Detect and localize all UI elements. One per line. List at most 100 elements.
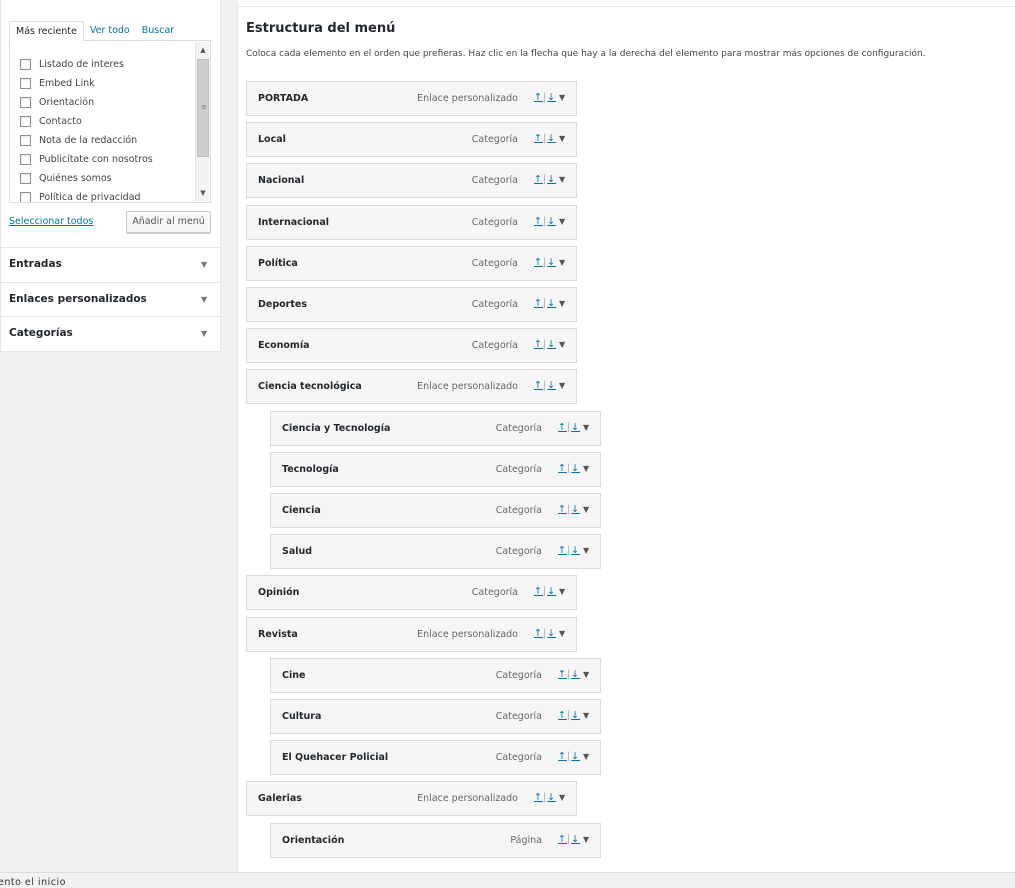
tab-view-all[interactable]: Ver todo	[84, 21, 136, 41]
menu-item[interactable]: Ciencia tecnológica Enlace personalizado ↑…	[246, 369, 577, 404]
move-up-icon[interactable]: ↑	[558, 751, 567, 762]
move-up-icon[interactable]: ↑	[558, 504, 567, 515]
move-down-icon[interactable]: ↓	[571, 422, 580, 433]
move-up-icon[interactable]: ↑	[534, 257, 543, 268]
menu-item[interactable]: Economía Categoría ↑|↓ ▼	[246, 328, 577, 363]
list-item[interactable]: Embed Link	[20, 74, 153, 93]
move-up-icon[interactable]: ↑	[534, 339, 543, 350]
move-up-icon[interactable]: ↑	[534, 216, 543, 227]
move-down-icon[interactable]: ↓	[547, 92, 556, 103]
scroll-down-arrow-icon[interactable]: ▼	[198, 188, 208, 198]
expand-arrow-icon[interactable]: ▼	[559, 299, 565, 308]
move-down-icon[interactable]: ↓	[571, 669, 580, 680]
expand-arrow-icon[interactable]: ▼	[559, 175, 565, 184]
checkbox[interactable]	[20, 154, 31, 165]
move-down-icon[interactable]: ↓	[547, 628, 556, 639]
accordion-custom-links[interactable]: Enlaces personalizados ▼	[1, 282, 220, 317]
menu-item[interactable]: PORTADA Enlace personalizado ↑|↓ ▼	[246, 81, 577, 116]
move-down-icon[interactable]: ↓	[571, 463, 580, 474]
expand-arrow-icon[interactable]: ▼	[583, 835, 589, 844]
move-up-icon[interactable]: ↑	[558, 422, 567, 433]
menu-item[interactable]: Revista Enlace personalizado ↑|↓ ▼	[246, 617, 577, 652]
move-up-icon[interactable]: ↑	[534, 586, 543, 597]
expand-arrow-icon[interactable]: ▼	[583, 505, 589, 514]
move-up-icon[interactable]: ↑	[534, 628, 543, 639]
expand-arrow-icon[interactable]: ▼	[583, 464, 589, 473]
move-up-icon[interactable]: ↑	[534, 792, 543, 803]
move-down-icon[interactable]: ↓	[547, 339, 556, 350]
checkbox[interactable]	[20, 59, 31, 70]
menu-item[interactable]: Galerias Enlace personalizado ↑|↓ ▼	[246, 781, 577, 816]
menu-item[interactable]: Cultura Categoría ↑|↓ ▼	[270, 699, 601, 734]
move-up-icon[interactable]: ↑	[534, 133, 543, 144]
expand-arrow-icon[interactable]: ▼	[583, 711, 589, 720]
checkbox[interactable]	[20, 192, 31, 202]
move-down-icon[interactable]: ↓	[547, 380, 556, 391]
menu-item[interactable]: Deportes Categoría ↑|↓ ▼	[246, 287, 577, 322]
list-item[interactable]: Listado de interes	[20, 55, 153, 74]
menu-item[interactable]: Local Categoría ↑|↓ ▼	[246, 122, 577, 157]
move-up-icon[interactable]: ↑	[558, 710, 567, 721]
expand-arrow-icon[interactable]: ▼	[559, 381, 565, 390]
expand-arrow-icon[interactable]: ▼	[559, 93, 565, 102]
move-down-icon[interactable]: ↓	[571, 710, 580, 721]
add-to-menu-button[interactable]: Añadir al menú	[126, 211, 211, 233]
expand-arrow-icon[interactable]: ▼	[583, 752, 589, 761]
move-down-icon[interactable]: ↓	[571, 834, 580, 845]
expand-arrow-icon[interactable]: ▼	[583, 423, 589, 432]
move-down-icon[interactable]: ↓	[547, 298, 556, 309]
list-item[interactable]: Nota de la redacción	[20, 131, 153, 150]
checkbox[interactable]	[20, 116, 31, 127]
expand-arrow-icon[interactable]: ▼	[559, 134, 565, 143]
menu-item[interactable]: Ciencia y Tecnología Categoría ↑|↓ ▼	[270, 411, 601, 446]
expand-arrow-icon[interactable]: ▼	[559, 587, 565, 596]
menu-item[interactable]: Ciencia Categoría ↑|↓ ▼	[270, 493, 601, 528]
list-item[interactable]: Contacto	[20, 112, 153, 131]
scroll-thumb[interactable]: ≡	[197, 59, 209, 157]
list-item[interactable]: Publicitate con nosotros	[20, 150, 153, 169]
expand-arrow-icon[interactable]: ▼	[583, 546, 589, 555]
select-all-link[interactable]: Seleccionar todos	[9, 216, 93, 227]
move-down-icon[interactable]: ↓	[571, 504, 580, 515]
move-down-icon[interactable]: ↓	[571, 751, 580, 762]
move-down-icon[interactable]: ↓	[547, 216, 556, 227]
expand-arrow-icon[interactable]: ▼	[559, 340, 565, 349]
menu-item[interactable]: Opinión Categoría ↑|↓ ▼	[246, 575, 577, 610]
expand-arrow-icon[interactable]: ▼	[559, 793, 565, 802]
expand-arrow-icon[interactable]: ▼	[559, 258, 565, 267]
checklist-scrollbar[interactable]: ▲ ≡ ▼	[195, 42, 209, 201]
scroll-up-arrow-icon[interactable]: ▲	[198, 45, 208, 55]
move-up-icon[interactable]: ↑	[534, 380, 543, 391]
menu-item[interactable]: El Quehacer Policial Categoría ↑|↓ ▼	[270, 740, 601, 775]
tab-most-recent[interactable]: Más reciente	[9, 21, 84, 41]
checkbox[interactable]	[20, 78, 31, 89]
expand-arrow-icon[interactable]: ▼	[559, 629, 565, 638]
move-up-icon[interactable]: ↑	[534, 174, 543, 185]
move-up-icon[interactable]: ↑	[558, 545, 567, 556]
list-item[interactable]: Orientación	[20, 93, 153, 112]
menu-item[interactable]: Orientación Página ↑|↓ ▼	[270, 823, 601, 858]
checkbox[interactable]	[20, 97, 31, 108]
move-up-icon[interactable]: ↑	[558, 463, 567, 474]
checkbox[interactable]	[20, 173, 31, 184]
menu-item[interactable]: Tecnología Categoría ↑|↓ ▼	[270, 452, 601, 487]
move-up-icon[interactable]: ↑	[534, 92, 543, 103]
menu-item[interactable]: Cine Categoría ↑|↓ ▼	[270, 658, 601, 693]
move-down-icon[interactable]: ↓	[547, 257, 556, 268]
move-down-icon[interactable]: ↓	[547, 586, 556, 597]
move-down-icon[interactable]: ↓	[547, 133, 556, 144]
accordion-categories[interactable]: Categorías ▼	[1, 316, 220, 351]
list-item[interactable]: Quiénes somos	[20, 169, 153, 188]
menu-item[interactable]: Internacional Categoría ↑|↓ ▼	[246, 205, 577, 240]
move-down-icon[interactable]: ↓	[547, 792, 556, 803]
move-up-icon[interactable]: ↑	[534, 298, 543, 309]
checkbox[interactable]	[20, 135, 31, 146]
expand-arrow-icon[interactable]: ▼	[559, 217, 565, 226]
move-down-icon[interactable]: ↓	[571, 545, 580, 556]
menu-item[interactable]: Salud Categoría ↑|↓ ▼	[270, 534, 601, 569]
move-down-icon[interactable]: ↓	[547, 174, 556, 185]
list-item[interactable]: Política de privacidad	[20, 188, 153, 202]
expand-arrow-icon[interactable]: ▼	[583, 670, 589, 679]
menu-item[interactable]: Nacional Categoría ↑|↓ ▼	[246, 163, 577, 198]
menu-item[interactable]: Política Categoría ↑|↓ ▼	[246, 246, 577, 281]
